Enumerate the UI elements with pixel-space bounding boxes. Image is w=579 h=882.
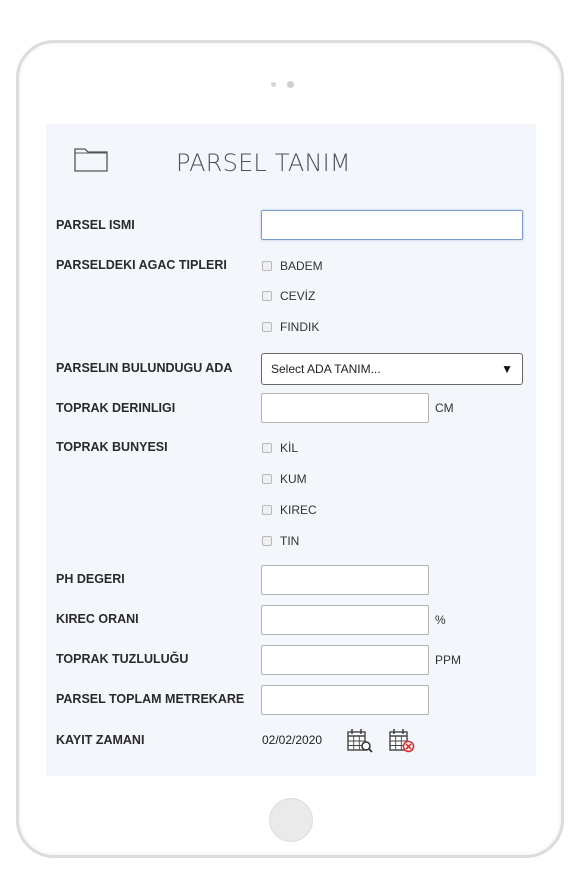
ada-selected-value: Select ADA TANIM... [271, 362, 381, 376]
toplam-metrekare-label: PARSEL TOPLAM METREKARE [56, 692, 245, 706]
kirec-orani-input[interactable] [261, 605, 429, 635]
parsel-ismi-input[interactable] [261, 210, 523, 240]
checkbox-kum[interactable]: KUM [262, 471, 307, 487]
checkbox-label: KIREC [280, 503, 317, 517]
agac-tipleri-label: PARSELDEKI AGAC TIPLERI [56, 258, 227, 272]
toprak-bunyesi-label: TOPRAK BUNYESI [56, 440, 168, 454]
parsel-ismi-label: PARSEL ISMI [56, 218, 135, 232]
checkbox-box[interactable] [262, 322, 272, 332]
checkbox-label: KUM [280, 472, 307, 486]
checkbox-findik[interactable]: FINDIK [262, 319, 319, 335]
toprak-derinligi-input[interactable] [261, 393, 429, 423]
kayit-zamani-value: 02/02/2020 [262, 733, 323, 747]
ada-select[interactable]: Select ADA TANIM... ▼ [261, 353, 523, 385]
folder-icon [74, 148, 108, 172]
ada-label: PARSELIN BULUNDUGU ADA [56, 361, 233, 375]
toprak-derinligi-label: TOPRAK DERINLIGI [56, 401, 176, 415]
ph-degeri-label: PH DEGERI [56, 572, 125, 586]
page-header: PARSEL TANIM [46, 124, 536, 196]
kirec-orani-unit: % [435, 613, 446, 627]
checkbox-ceviz[interactable]: CEVİZ [262, 288, 315, 304]
checkbox-box[interactable] [262, 291, 272, 301]
checkbox-box[interactable] [262, 505, 272, 515]
kayit-zamani-label: KAYIT ZAMANI [56, 733, 145, 747]
kirec-orani-label: KIREC ORANI [56, 612, 139, 626]
checkbox-kirec[interactable]: KIREC [262, 502, 317, 518]
dropdown-arrow-icon[interactable]: ▼ [501, 362, 513, 376]
calendar-clear-icon[interactable] [388, 728, 416, 754]
checkbox-label: BADEM [280, 259, 323, 273]
ph-degeri-input[interactable] [261, 565, 429, 595]
checkbox-box[interactable] [262, 443, 272, 453]
checkbox-kil[interactable]: KİL [262, 440, 298, 456]
checkbox-label: CEVİZ [280, 289, 316, 303]
toprak-tuzlulugu-unit: PPM [435, 653, 462, 667]
checkbox-box[interactable] [262, 474, 272, 484]
checkbox-label: FINDIK [280, 320, 320, 334]
camera-lens [287, 81, 294, 88]
home-button[interactable] [269, 798, 313, 842]
toprak-tuzlulugu-input[interactable] [261, 645, 429, 675]
toplam-metrekare-input[interactable] [261, 685, 429, 715]
camera-dot [271, 82, 276, 87]
checkbox-badem[interactable]: BADEM [262, 258, 323, 274]
checkbox-label: TIN [280, 534, 300, 548]
checkbox-label: KİL [280, 441, 299, 455]
checkbox-box[interactable] [262, 536, 272, 546]
toprak-derinligi-unit: CM [435, 401, 454, 415]
checkbox-tin[interactable]: TIN [262, 533, 299, 549]
calendar-search-icon[interactable] [346, 728, 374, 754]
toprak-tuzlulugu-label: TOPRAK TUZLULUĞU [56, 652, 189, 666]
form-screen: PARSEL TANIM PARSEL ISMI PARSELDEKI AGAC… [46, 124, 536, 776]
page-title: PARSEL TANIM [176, 149, 351, 177]
checkbox-box[interactable] [262, 261, 272, 271]
